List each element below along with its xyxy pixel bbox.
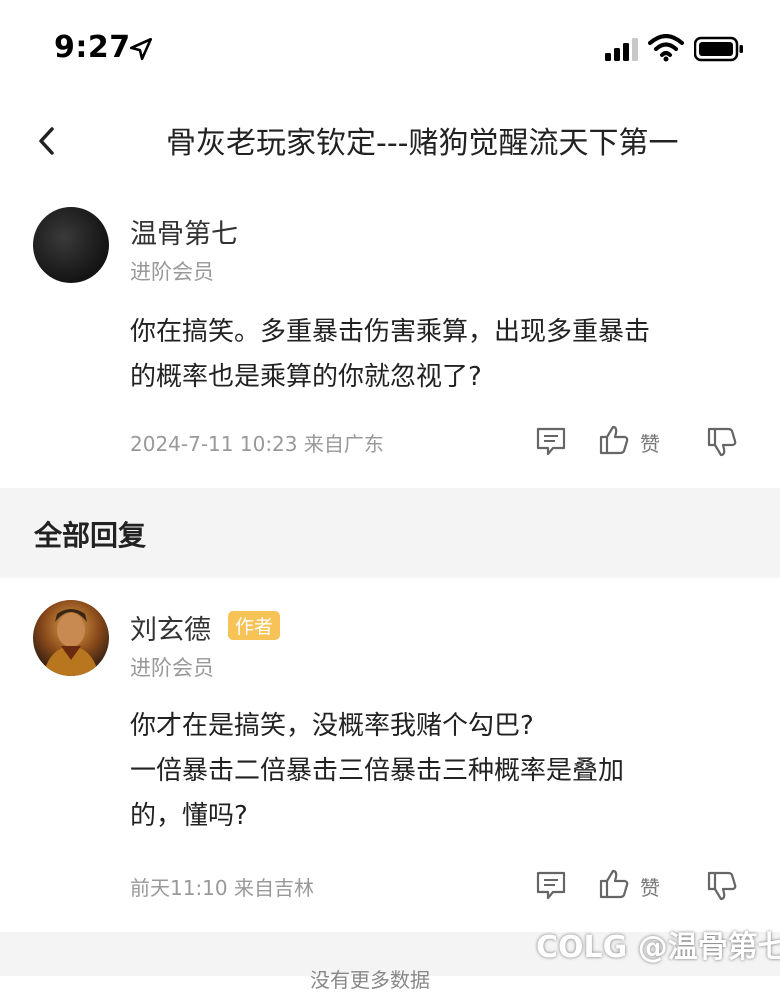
reply-date: 前天11:10 <box>130 876 228 900</box>
watermark: COLG @温骨第七 <box>536 930 780 965</box>
battery-icon <box>694 36 743 62</box>
avatar[interactable] <box>33 207 109 283</box>
reply-content-line: 一倍暴击二倍暴击三倍暴击三种概率是叠加 <box>130 756 625 786</box>
like-label[interactable]: 赞 <box>640 428 660 457</box>
comment-icon[interactable] <box>535 869 567 901</box>
post-content-line: 的概率也是乘算的你就忽视了? <box>130 362 482 392</box>
replies-section-title: 全部回复 <box>34 519 147 552</box>
post-date: 2024-7-11 10:23 <box>130 432 298 456</box>
status-time: 9:27 <box>54 30 131 65</box>
post-meta: 2024-7-11 10:23 来自广东 <box>130 428 384 457</box>
post-location: 来自广东 <box>303 432 384 456</box>
post-user-level: 进阶会员 <box>130 260 214 284</box>
reply-content: 你才在是搞笑，没概率我赌个勾巴? 一倍暴击二倍暴击三倍暴击三种概率是叠加 的，懂… <box>130 704 740 839</box>
post-content-line: 你在搞笑。多重暴击伤害乘算，出现多重暴击 <box>130 317 651 347</box>
back-arrow-icon[interactable] <box>30 124 64 158</box>
author-badge: 作者 <box>228 611 281 640</box>
post-username[interactable]: 温骨第七 <box>130 212 238 251</box>
no-more-data-label: 没有更多数据 <box>310 968 430 992</box>
signal-icon <box>605 38 638 61</box>
thumbs-up-icon[interactable] <box>598 868 630 900</box>
post-content: 你在搞笑。多重暴击伤害乘算，出现多重暴击 的概率也是乘算的你就忽视了? <box>130 310 740 400</box>
page-title: 骨灰老玩家钦定---赌狗觉醒流天下第一 <box>166 126 679 161</box>
reply-meta: 前天11:10 来自吉林 <box>130 872 314 901</box>
reply-username[interactable]: 刘玄德 <box>130 608 211 647</box>
reply-content-line: 的，懂吗? <box>130 801 248 831</box>
comment-icon[interactable] <box>535 425 567 457</box>
reply-content-line: 你才在是搞笑，没概率我赌个勾巴? <box>130 711 534 741</box>
thumbs-down-icon[interactable] <box>706 426 738 458</box>
wifi-icon <box>648 34 684 62</box>
reply-user-level: 进阶会员 <box>130 656 214 680</box>
thumbs-down-icon[interactable] <box>706 870 738 902</box>
avatar[interactable] <box>33 600 109 676</box>
reply-location: 来自吉林 <box>234 876 314 900</box>
thumbs-up-icon[interactable] <box>598 424 630 456</box>
like-label[interactable]: 赞 <box>640 872 660 901</box>
avatar-portrait <box>43 609 99 676</box>
location-arrow-icon <box>129 37 153 61</box>
